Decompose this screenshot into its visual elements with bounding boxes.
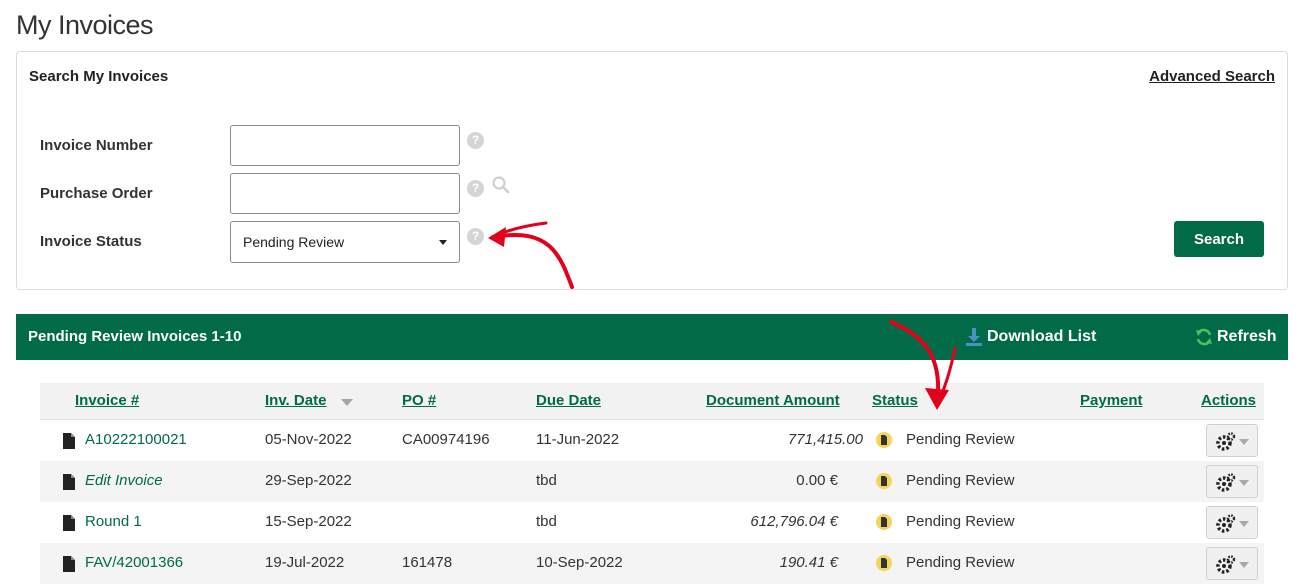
- table-row: Edit Invoice 29-Sep-2022 tbd 0.00 € Pend…: [40, 461, 1264, 502]
- magnifier-icon[interactable]: [491, 175, 511, 195]
- column-header-inv-date[interactable]: Inv. Date: [265, 392, 326, 409]
- invoice-status-selected-value: Pending Review: [243, 234, 345, 250]
- status-text: Pending Review: [906, 554, 1015, 571]
- download-list-label: Download List: [987, 328, 1097, 345]
- gear-icon: [1216, 555, 1236, 574]
- due-date: 10-Sep-2022: [536, 554, 623, 571]
- sort-descending-icon[interactable]: [341, 399, 353, 406]
- page-title: My Invoices: [16, 10, 154, 40]
- search-panel-title: Search My Invoices: [29, 68, 169, 85]
- pending-status-icon: [876, 432, 892, 448]
- invoice-status-label: Invoice Status: [40, 233, 142, 250]
- due-date: tbd: [536, 513, 557, 530]
- gear-icon: [1216, 432, 1236, 451]
- results-header-bar: Pending Review Invoices 1-10 Download Li…: [16, 314, 1288, 360]
- search-button[interactable]: Search: [1174, 221, 1264, 257]
- purchase-order-label: Purchase Order: [40, 185, 153, 202]
- document-icon: [63, 433, 75, 449]
- chevron-down-icon: [1239, 562, 1249, 568]
- pending-status-icon: [876, 473, 892, 489]
- document-amount: 0.00 €: [796, 472, 838, 489]
- invoice-date: 15-Sep-2022: [265, 513, 352, 530]
- invoice-date: 05-Nov-2022: [265, 431, 352, 448]
- po-number: 161478: [402, 554, 453, 571]
- status-text: Pending Review: [906, 513, 1015, 530]
- invoice-number-link[interactable]: Round 1: [85, 513, 142, 530]
- chevron-down-icon: [1239, 521, 1249, 527]
- document-amount: 612,796.04 €: [750, 513, 838, 530]
- row-actions-button[interactable]: [1206, 465, 1258, 498]
- dropdown-arrow-icon: [439, 240, 447, 245]
- invoice-number-link[interactable]: FAV/42001366: [85, 554, 183, 571]
- table-row: FAV/42001366 19-Jul-2022 161478 10-Sep-2…: [40, 543, 1264, 584]
- invoice-number-label: Invoice Number: [40, 137, 153, 154]
- due-date: 11-Jun-2022: [536, 431, 620, 448]
- advanced-search-link[interactable]: Advanced Search: [1149, 68, 1275, 85]
- column-header-document-amount[interactable]: Document Amount: [706, 392, 840, 409]
- purchase-order-help-icon[interactable]: ?: [467, 180, 484, 197]
- invoice-status-select[interactable]: Pending Review: [230, 221, 460, 263]
- chevron-down-icon: [1239, 439, 1249, 445]
- circular-arrows-icon: [1196, 328, 1212, 346]
- invoice-number-input[interactable]: [230, 125, 460, 166]
- table-row: A10222100021 05-Nov-2022 CA00974196 11-J…: [40, 420, 1264, 461]
- row-actions-button[interactable]: [1206, 506, 1258, 539]
- column-header-status[interactable]: Status: [872, 392, 918, 409]
- invoice-number-link[interactable]: A10222100021: [85, 431, 187, 448]
- po-number: CA00974196: [402, 431, 490, 448]
- refresh-button[interactable]: Refresh: [1194, 327, 1277, 347]
- status-text: Pending Review: [906, 431, 1015, 448]
- invoice-number-link[interactable]: Edit Invoice: [85, 472, 163, 489]
- column-header-po[interactable]: PO #: [402, 392, 436, 409]
- download-arrow-icon: [966, 328, 982, 346]
- invoice-date: 19-Jul-2022: [265, 554, 345, 571]
- refresh-label: Refresh: [1217, 328, 1277, 345]
- table-row: Round 1 15-Sep-2022 tbd 612,796.04 € Pen…: [40, 502, 1264, 543]
- document-icon: [63, 556, 75, 572]
- search-panel: Search My Invoices Advanced Search Invoi…: [16, 51, 1288, 290]
- column-header-payment[interactable]: Payment: [1080, 392, 1143, 409]
- gear-icon: [1216, 514, 1236, 533]
- pending-status-icon: [876, 514, 892, 530]
- table-header: Invoice # Inv. Date PO # Due Date Docume…: [40, 383, 1264, 420]
- column-header-invoice[interactable]: Invoice #: [75, 392, 139, 409]
- status-text: Pending Review: [906, 472, 1015, 489]
- download-list-button[interactable]: Download List: [964, 327, 1096, 347]
- pending-status-icon: [876, 555, 892, 571]
- purchase-order-input[interactable]: [230, 173, 460, 214]
- document-amount: 190.41 €: [779, 554, 838, 571]
- invoice-date: 29-Sep-2022: [265, 472, 352, 489]
- invoice-status-help-icon[interactable]: ?: [467, 228, 484, 245]
- chevron-down-icon: [1239, 480, 1249, 486]
- row-actions-button[interactable]: [1206, 424, 1258, 457]
- row-actions-button[interactable]: [1206, 547, 1258, 580]
- document-icon: [63, 474, 75, 490]
- due-date: tbd: [536, 472, 557, 489]
- results-title: Pending Review Invoices 1-10: [28, 328, 242, 345]
- column-header-due-date[interactable]: Due Date: [536, 392, 601, 409]
- document-amount: 771,415.00: [787, 431, 863, 448]
- column-header-actions[interactable]: Actions: [1201, 392, 1256, 409]
- invoice-table: Invoice # Inv. Date PO # Due Date Docume…: [40, 383, 1264, 584]
- document-icon: [63, 515, 75, 531]
- gear-icon: [1216, 473, 1236, 492]
- invoice-number-help-icon[interactable]: ?: [467, 132, 484, 149]
